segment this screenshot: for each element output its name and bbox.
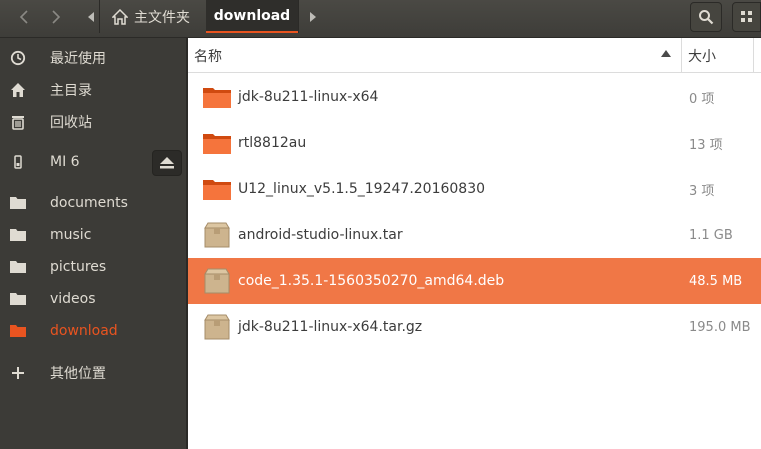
grid-icon xyxy=(740,11,752,22)
sidebar-item-videos[interactable]: videos xyxy=(0,284,186,314)
file-size: 0 项 xyxy=(689,91,715,107)
file-name: U12_linux_v5.1.5_19247.20160830 xyxy=(238,181,486,197)
clock-icon xyxy=(8,48,28,68)
file-name: jdk-8u211-linux-x64.tar.gz xyxy=(238,319,423,335)
file-row[interactable]: jdk-8u211-linux-x64 0 项 xyxy=(188,74,761,120)
sidebar-item-label: videos xyxy=(50,291,96,307)
trash-icon xyxy=(8,112,28,132)
column-header-size[interactable]: 大小 xyxy=(682,38,754,73)
file-size: 13 项 xyxy=(689,137,723,153)
file-name: android-studio-linux.tar xyxy=(238,227,403,243)
sidebar-item-documents[interactable]: documents xyxy=(0,188,186,218)
column-header: 名称 大小 xyxy=(188,38,761,73)
chevron-right-icon xyxy=(52,9,61,24)
file-size: 1.1 GB xyxy=(689,227,733,243)
file-size: 3 项 xyxy=(689,183,715,199)
sidebar-item-label: download xyxy=(50,323,118,339)
sidebar-item-label: 主目录 xyxy=(50,83,92,99)
forward-button[interactable] xyxy=(40,0,72,33)
archive-box-icon xyxy=(204,222,230,248)
folder-icon xyxy=(8,321,28,341)
sidebar-item-label: 回收站 xyxy=(50,115,92,131)
sidebar-item-label: 最近使用 xyxy=(50,51,106,67)
file-row[interactable]: U12_linux_v5.1.5_19247.20160830 3 项 xyxy=(188,166,761,212)
phone-icon xyxy=(8,152,28,172)
sidebar-item-music[interactable]: music xyxy=(0,220,186,250)
chevron-left-icon xyxy=(19,9,28,24)
triangle-left-icon xyxy=(87,11,94,22)
sidebar-item-recent[interactable]: 最近使用 xyxy=(0,43,186,73)
file-row[interactable]: rtl8812au 13 项 xyxy=(188,120,761,166)
file-name: code_1.35.1-1560350270_amd64.deb xyxy=(238,273,505,289)
folder-icon xyxy=(203,88,231,108)
folder-icon xyxy=(8,193,28,213)
sidebar: 最近使用 主目录 回收站 MI 6 documents music pictur… xyxy=(0,38,186,449)
breadcrumb-home[interactable]: 主文件夹 xyxy=(102,0,206,33)
file-size: 48.5 MB xyxy=(689,273,743,289)
file-size: 195.0 MB xyxy=(689,319,751,335)
path-scroll-right-button[interactable] xyxy=(298,0,326,33)
sidebar-item-pictures[interactable]: pictures xyxy=(0,252,186,282)
sidebar-item-home[interactable]: 主目录 xyxy=(0,75,186,105)
folder-icon xyxy=(8,289,28,309)
search-button[interactable] xyxy=(690,2,722,32)
breadcrumb-current[interactable]: download xyxy=(206,0,298,33)
package-box-icon xyxy=(204,268,230,294)
home-icon xyxy=(112,8,128,25)
sort-ascending-icon xyxy=(661,50,671,57)
header-bar: 主文件夹 download xyxy=(0,0,761,38)
search-icon xyxy=(699,10,714,25)
column-header-size-label: 大小 xyxy=(688,48,716,65)
file-row[interactable]: jdk-8u211-linux-x64.tar.gz 195.0 MB xyxy=(188,304,761,350)
sidebar-item-trash[interactable]: 回收站 xyxy=(0,107,186,137)
back-button[interactable] xyxy=(8,0,40,33)
sidebar-item-label: documents xyxy=(50,195,128,211)
archive-box-icon xyxy=(204,314,230,340)
folder-icon xyxy=(8,257,28,277)
folder-icon xyxy=(203,180,231,200)
column-header-name-label: 名称 xyxy=(194,48,222,65)
eject-icon xyxy=(160,157,174,169)
file-list: 名称 大小 jdk-8u211-linux-x64 0 项 rtl8812au … xyxy=(188,38,761,449)
sidebar-item-label: music xyxy=(50,227,92,243)
triangle-right-icon xyxy=(309,11,316,22)
sidebar-item-other-locations[interactable]: 其他位置 xyxy=(0,358,186,388)
view-menu-button[interactable] xyxy=(732,2,761,32)
file-row-selected[interactable]: code_1.35.1-1560350270_amd64.deb 48.5 MB xyxy=(188,258,761,304)
file-name: rtl8812au xyxy=(238,135,307,151)
breadcrumb-current-label: download xyxy=(213,7,291,24)
path-scroll-left-button[interactable] xyxy=(82,0,100,33)
sidebar-item-download[interactable]: download xyxy=(0,316,186,346)
plus-icon xyxy=(8,363,28,383)
home-icon xyxy=(8,80,28,100)
sidebar-item-label: pictures xyxy=(50,259,107,275)
column-header-name[interactable]: 名称 xyxy=(188,38,682,73)
file-row[interactable]: android-studio-linux.tar 1.1 GB xyxy=(188,212,761,258)
folder-icon xyxy=(8,225,28,245)
sidebar-item-label: MI 6 xyxy=(50,154,80,170)
eject-button[interactable] xyxy=(152,150,182,176)
breadcrumb-home-label: 主文件夹 xyxy=(134,9,190,26)
folder-icon xyxy=(203,134,231,154)
file-name: jdk-8u211-linux-x64 xyxy=(238,89,379,105)
sidebar-item-label: 其他位置 xyxy=(50,366,106,382)
